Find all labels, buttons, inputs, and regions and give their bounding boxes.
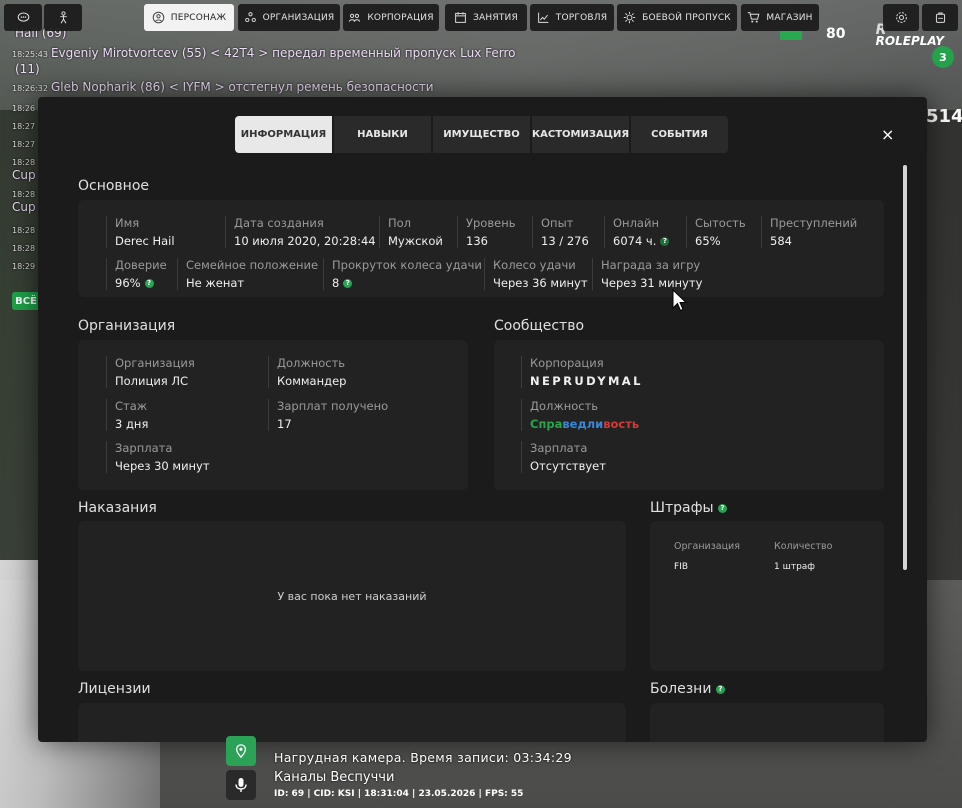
chat-line: 18:25:43 Evgeniy Mirotvortcev (55) < 42T4… bbox=[12, 46, 516, 60]
nav-shop-tab[interactable]: МАГАЗИН bbox=[741, 4, 819, 31]
nav-organization-tab[interactable]: ОРГАНИЗАЦИЯ bbox=[238, 4, 340, 31]
tab-skills[interactable]: НАВЫКИ bbox=[334, 116, 431, 153]
voice-channel-text: Каналы Веспуччи bbox=[274, 770, 395, 785]
field-community-position: Должность Спра ведли вость bbox=[521, 399, 639, 431]
fines-org: FIB bbox=[674, 562, 689, 572]
modal-scrollbar[interactable] bbox=[903, 165, 907, 570]
section-title-community: Сообщество bbox=[494, 318, 585, 334]
licenses-card bbox=[78, 703, 626, 742]
field-corporation: Корпорация NEPRUDYMAL bbox=[521, 356, 643, 388]
chat-line: (11) bbox=[15, 62, 40, 76]
calendar-icon bbox=[455, 12, 466, 23]
nav-bag-button[interactable] bbox=[922, 4, 958, 31]
chat-line: 18:28 bbox=[12, 158, 36, 167]
fines-header-org: Организация bbox=[674, 541, 740, 552]
body-camera-text: Нагрудная камера. Время записи: 03:34:29 bbox=[274, 750, 572, 765]
tab-customization[interactable]: КАСТОМИЗАЦИЯ bbox=[532, 116, 629, 153]
nav-activities-tab[interactable]: ЗАНЯТИЯ bbox=[445, 4, 527, 31]
diseases-card bbox=[650, 703, 884, 742]
field-satiety: Сытость 65% bbox=[686, 216, 746, 248]
nav-character-tab[interactable]: ПЕРСОНАЖ bbox=[144, 4, 234, 31]
field-gender: Пол Мужской bbox=[379, 216, 443, 248]
section-title-diseases: Болезни ? bbox=[650, 681, 725, 697]
punishments-card: У вас пока нет наказаний bbox=[78, 521, 626, 671]
chat-line: Cup bbox=[12, 200, 36, 214]
chat-filter-badge[interactable]: ВСЁ bbox=[12, 292, 40, 310]
organization-card: Организация Полиция ЛС Должность Коммандер… bbox=[78, 340, 468, 490]
chat-line: Cup bbox=[12, 168, 36, 182]
chat-line: 18:29 bbox=[12, 262, 36, 271]
nav-trade-tab[interactable]: ТОРГОВЛЯ bbox=[530, 4, 614, 31]
tab-information[interactable]: ИНФОРМАЦИЯ bbox=[235, 116, 332, 153]
org-icon bbox=[244, 12, 256, 23]
field-salary: Зарплата Через 30 минут bbox=[106, 441, 210, 473]
field-marital: Семейное положение Не женат bbox=[177, 258, 318, 290]
section-title-fines: Штрафы ? bbox=[650, 500, 728, 516]
person-icon bbox=[152, 11, 165, 24]
tab-property[interactable]: ИМУЩЕСТВО bbox=[433, 116, 530, 153]
help-icon[interactable]: ? bbox=[144, 278, 154, 288]
field-game-reward: Награда за игру Через 31 минуту bbox=[592, 258, 702, 290]
field-crimes: Преступлений 584 bbox=[761, 216, 857, 248]
body-camera-icon bbox=[226, 736, 256, 766]
help-icon[interactable]: ? bbox=[343, 278, 353, 288]
chart-icon bbox=[537, 12, 549, 23]
help-icon[interactable]: ? bbox=[715, 684, 725, 694]
field-organization: Организация Полиция ЛС bbox=[106, 356, 195, 388]
chat-line: 18:28 bbox=[12, 244, 36, 253]
nav-battle-pass-tab[interactable]: БОЕВОЙ ПРОПУСК bbox=[617, 4, 737, 31]
character-modal: ИНФОРМАЦИЯ НАВЫКИ ИМУЩЕСТВО КАСТОМИЗАЦИЯ… bbox=[38, 97, 927, 742]
chat-line: 18:27 bbox=[12, 122, 36, 131]
bag-icon bbox=[935, 12, 945, 23]
field-tenure: Стаж 3 дня bbox=[106, 399, 148, 431]
tab-events[interactable]: СОБЫТИЯ bbox=[631, 116, 728, 153]
mouse-cursor-icon bbox=[672, 289, 688, 312]
community-card: Корпорация NEPRUDYMAL Должность Спра ведли в… bbox=[494, 340, 884, 490]
field-trust: Доверие 96%? bbox=[106, 258, 167, 290]
modal-tabs: ИНФОРМАЦИЯ НАВЫКИ ИМУЩЕСТВО КАСТОМИЗАЦИЯ… bbox=[235, 116, 728, 153]
field-position: Должность Коммандер bbox=[268, 356, 346, 388]
fines-card: Организация Количество FIB 1 штраф bbox=[650, 521, 884, 671]
section-title-organization: Организация bbox=[78, 318, 176, 334]
hud-number: 514 bbox=[926, 106, 962, 127]
nav-settings-button[interactable] bbox=[883, 4, 919, 31]
level-badge: 3 bbox=[932, 46, 954, 68]
chat-line: 18:26:32 Gleb Nopharik (86) < IYFM > отст… bbox=[12, 80, 434, 94]
chat-line: 18:28 bbox=[12, 190, 36, 199]
cart-icon bbox=[748, 12, 760, 23]
fines-count: 1 штраф bbox=[774, 562, 815, 572]
help-icon[interactable]: ? bbox=[660, 236, 670, 246]
punishments-empty-text: У вас пока нет наказаний bbox=[277, 589, 427, 603]
field-name: Имя Derec Hail bbox=[106, 216, 175, 248]
settings-icon bbox=[895, 12, 907, 23]
nav-corporation-tab[interactable]: КОРПОРАЦИЯ bbox=[343, 4, 439, 31]
section-title-licenses: Лицензии bbox=[78, 681, 151, 697]
chat-icon bbox=[17, 12, 29, 22]
chat-line: 18:27 bbox=[12, 140, 36, 149]
help-icon[interactable]: ? bbox=[718, 503, 728, 513]
close-icon[interactable]: × bbox=[881, 125, 894, 144]
corp-icon bbox=[349, 13, 361, 22]
field-wheel-spins: Прокруток колеса удачи 8? bbox=[323, 258, 482, 290]
section-title-punishments: Наказания bbox=[78, 500, 157, 516]
fines-header-count: Количество bbox=[774, 541, 833, 552]
figure-icon bbox=[59, 11, 67, 24]
field-community-salary: Зарплата Отсутствует bbox=[521, 441, 606, 473]
field-wheel: Колесо удачи Через 36 минут bbox=[484, 258, 588, 290]
microphone-icon bbox=[226, 770, 256, 800]
chat-line: 18:28 bbox=[12, 226, 36, 235]
section-title-basic: Основное bbox=[78, 178, 150, 194]
nav-chat-button[interactable] bbox=[4, 4, 42, 31]
status-bar: ID: 69 | CID: KSI | 18:31:04 | 23.05.202… bbox=[274, 789, 524, 799]
field-online: Онлайн 6074 ч.? bbox=[604, 216, 670, 248]
basic-info-card: Имя Derec Hail Дата создания 10 июля 2020,… bbox=[78, 200, 884, 297]
field-created: Дата создания 10 июля 2020, 20:28:44 bbox=[225, 216, 376, 248]
chat-line: 18:26 bbox=[12, 104, 36, 113]
field-salaries-received: Зарплат получено 17 bbox=[268, 399, 388, 431]
field-experience: Опыт 13 / 276 bbox=[532, 216, 589, 248]
nav-figure-button[interactable] bbox=[44, 4, 82, 31]
top-navigation: ПЕРСОНАЖ ОРГАНИЗАЦИЯ КОРПОРАЦИЯ ЗАНЯТИЯ … bbox=[0, 0, 962, 34]
gear-badge-icon bbox=[623, 11, 636, 24]
field-level: Уровень 136 bbox=[457, 216, 516, 248]
